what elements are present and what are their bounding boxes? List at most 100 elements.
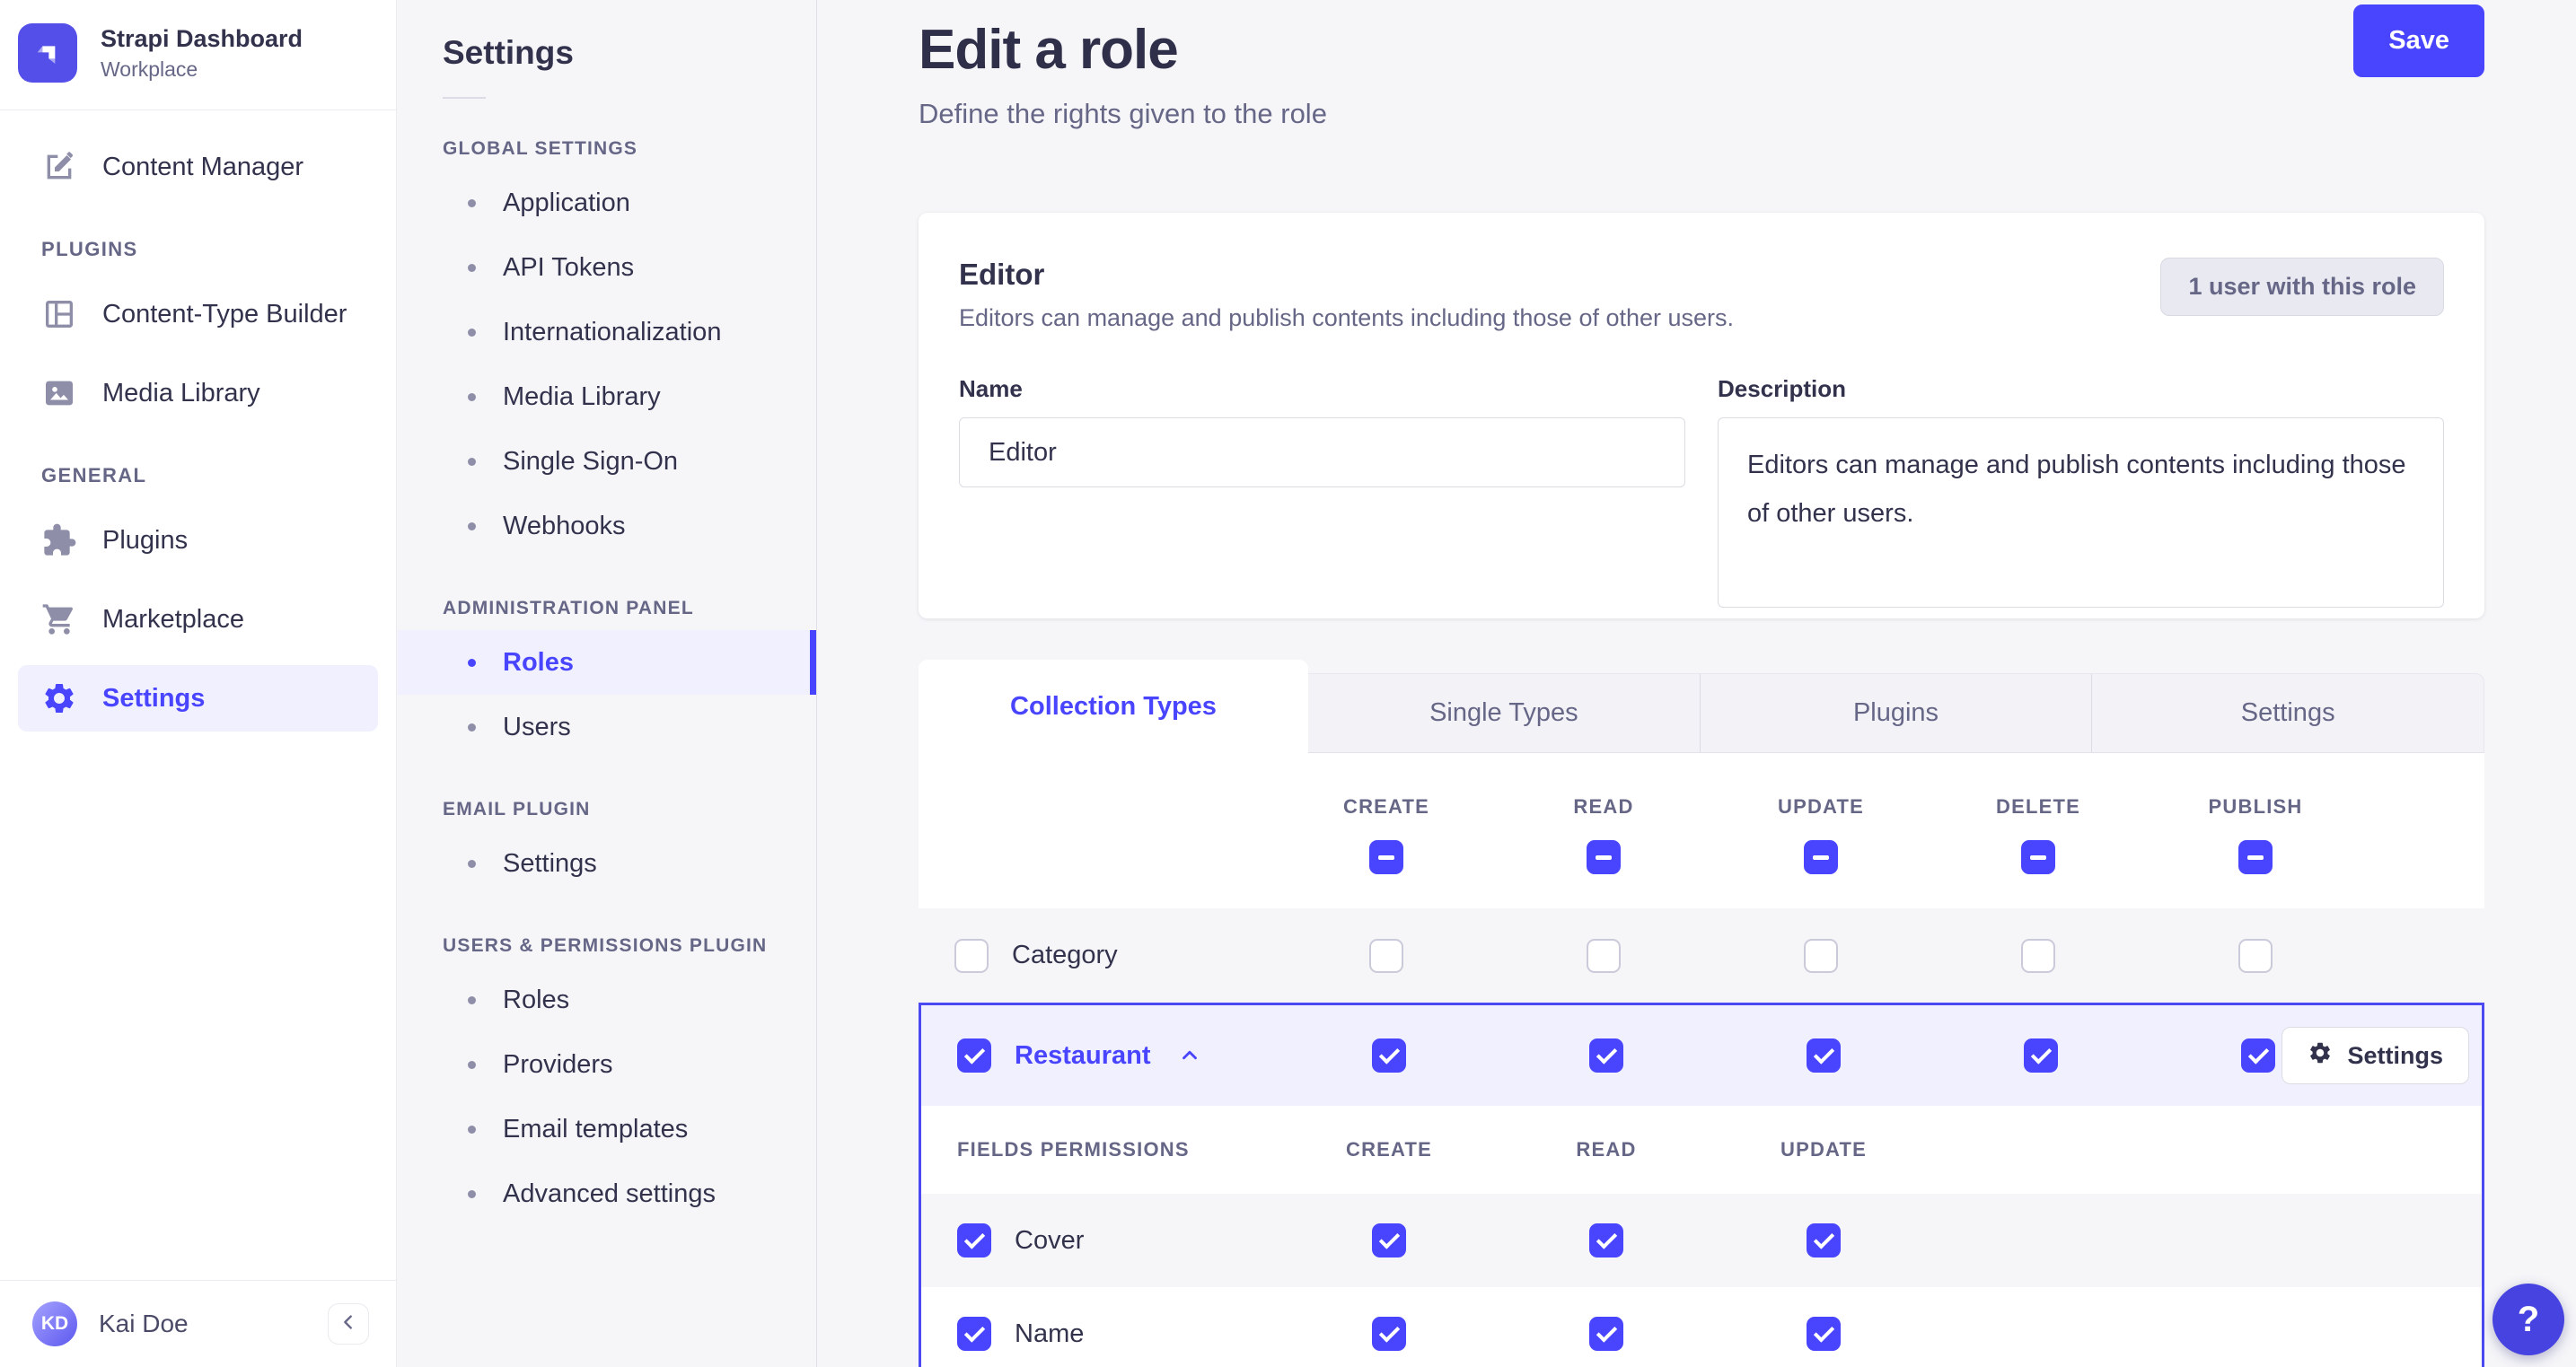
role-description-textarea[interactable] [1718, 417, 2444, 608]
tab-settings[interactable]: Settings [2091, 674, 2484, 752]
gear-icon [2308, 1040, 2333, 1072]
collapse-sidebar-button[interactable] [328, 1303, 369, 1345]
checkbox-cover-update[interactable] [1807, 1223, 1841, 1257]
column-label: READ [1573, 794, 1634, 818]
row-label[interactable]: Name [1015, 1319, 1084, 1349]
main-sidebar: Strapi Dashboard Workplace Content Manag… [0, 0, 397, 1367]
checkbox-all-delete[interactable] [2021, 839, 2055, 874]
subnav-section-label: EMAIL PLUGIN [443, 799, 591, 819]
nav-item-label: Plugins [102, 525, 189, 555]
fields-permissions-label: FIELDS PERMISSIONS [957, 1138, 1190, 1161]
subnav-item-up-roles[interactable]: Roles [398, 968, 816, 1032]
role-name-heading: Editor [959, 258, 1045, 291]
checkbox-all-read[interactable] [1587, 839, 1621, 874]
column-label: UPDATE [1777, 794, 1865, 818]
checkbox-category-publish[interactable] [2238, 938, 2273, 973]
nav-item-settings[interactable]: Settings [18, 665, 378, 732]
bullet-icon [468, 859, 476, 868]
tab-collection-types[interactable]: Collection Types [919, 660, 1308, 753]
nav-item-label: Content-Type Builder [102, 299, 347, 329]
subnav-item-webhooks[interactable]: Webhooks [398, 494, 816, 558]
chevron-left-icon [338, 1312, 358, 1336]
checkbox-name-create[interactable] [1372, 1317, 1406, 1351]
avatar[interactable]: KD [32, 1301, 77, 1346]
subnav-item-label: Roles [503, 985, 570, 1014]
row-label[interactable]: Restaurant [1015, 1041, 1151, 1071]
checkbox-category-row[interactable] [954, 938, 989, 973]
main-nav-list: Content Manager PLUGINS Content-Type Bui… [0, 110, 396, 1280]
gear-icon [41, 680, 77, 716]
nav-item-plugins[interactable]: Plugins [0, 507, 396, 574]
checkbox-category-delete[interactable] [2021, 938, 2055, 973]
subnav-item-single-sign-on[interactable]: Single Sign-On [398, 429, 816, 494]
subnav-item-label: Internationalization [503, 317, 722, 346]
subnav-item-users[interactable]: Users [398, 695, 816, 759]
subnav-item-roles-active[interactable]: Roles [398, 630, 816, 695]
column-label: PUBLISH [2208, 794, 2303, 818]
row-label[interactable]: Category [1012, 941, 1118, 970]
users-with-role-button[interactable]: 1 user with this role [2160, 258, 2444, 316]
checkbox-restaurant-create[interactable] [1372, 1038, 1406, 1073]
role-name-input[interactable] [959, 417, 1685, 487]
role-card-header: Editor Editors can manage and publish co… [959, 258, 2444, 332]
role-form: Name Description [959, 375, 2444, 608]
checkbox-all-create[interactable] [1369, 839, 1403, 874]
subnav-item-api-tokens[interactable]: API Tokens [398, 235, 816, 300]
fields-column-read: READ [1576, 1138, 1637, 1161]
workspace-title: Strapi Dashboard [101, 25, 303, 53]
restaurant-expanded-section: Restaurant Settings FIELDS PERMISSIONS C… [919, 1003, 2484, 1367]
subnav-item-providers[interactable]: Providers [398, 1032, 816, 1097]
checkbox-restaurant-update[interactable] [1807, 1038, 1841, 1073]
help-button[interactable]: ? [2492, 1284, 2564, 1355]
cart-icon [41, 601, 77, 637]
nav-item-label: Content Manager [102, 152, 304, 181]
subnav-item-label: Settings [503, 848, 597, 878]
subnav-item-internationalization[interactable]: Internationalization [398, 300, 816, 364]
checkbox-cover-create[interactable] [1372, 1223, 1406, 1257]
checkbox-name-row[interactable] [957, 1317, 991, 1351]
checkbox-all-update[interactable] [1804, 839, 1838, 874]
nav-item-label: Settings [102, 683, 206, 713]
page-subtitle: Define the rights given to the role [919, 98, 1327, 129]
subnav-item-label: Media Library [503, 381, 661, 411]
fields-column-create: CREATE [1345, 1138, 1433, 1161]
checkbox-name-update[interactable] [1807, 1317, 1841, 1351]
bullet-icon [468, 198, 476, 207]
name-field-label: Name [959, 375, 1023, 402]
name-field-group: Name [959, 375, 1685, 608]
checkbox-category-update[interactable] [1804, 938, 1838, 973]
table-row-category: Category [919, 908, 2484, 1003]
checkbox-cover-row[interactable] [957, 1223, 991, 1257]
fields-permissions-header: FIELDS PERMISSIONS CREATE READ UPDATE [921, 1106, 2482, 1194]
checkbox-category-create[interactable] [1369, 938, 1403, 973]
subnav-item-label: Application [503, 188, 630, 217]
nav-item-content-type-builder[interactable]: Content-Type Builder [0, 281, 396, 347]
subnav-item-media-library[interactable]: Media Library [398, 364, 816, 429]
checkbox-cover-read[interactable] [1589, 1223, 1623, 1257]
tab-single-types[interactable]: Single Types [1308, 674, 1700, 752]
checkbox-all-publish[interactable] [2238, 839, 2273, 874]
workspace-brand[interactable]: Strapi Dashboard Workplace [0, 0, 396, 110]
subnav-item-label: Webhooks [503, 511, 626, 540]
checkbox-category-read[interactable] [1587, 938, 1621, 973]
table-row-name: Name [921, 1287, 2482, 1367]
checkbox-restaurant-row[interactable] [957, 1038, 991, 1073]
restaurant-settings-button[interactable]: Settings [2281, 1027, 2469, 1084]
subnav-item-email-settings[interactable]: Settings [398, 831, 816, 896]
bullet-icon [468, 1189, 476, 1198]
row-label[interactable]: Cover [1015, 1226, 1084, 1256]
subnav-item-advanced-settings[interactable]: Advanced settings [398, 1161, 816, 1226]
checkbox-restaurant-publish[interactable] [2241, 1038, 2275, 1073]
chevron-up-icon[interactable] [1178, 1044, 1201, 1067]
save-button[interactable]: Save [2353, 4, 2484, 77]
subnav-item-application[interactable]: Application [398, 171, 816, 235]
subnav-section-users-permissions: USERS & PERMISSIONS PLUGIN Roles Provide… [398, 935, 816, 1226]
nav-item-media-library[interactable]: Media Library [0, 360, 396, 426]
checkbox-restaurant-read[interactable] [1589, 1038, 1623, 1073]
subnav-item-email-templates[interactable]: Email templates [398, 1097, 816, 1161]
nav-item-content-manager[interactable]: Content Manager [0, 134, 396, 200]
checkbox-restaurant-delete[interactable] [2024, 1038, 2058, 1073]
nav-item-marketplace[interactable]: Marketplace [0, 586, 396, 653]
tab-plugins[interactable]: Plugins [1699, 674, 2092, 752]
checkbox-name-read[interactable] [1589, 1317, 1623, 1351]
